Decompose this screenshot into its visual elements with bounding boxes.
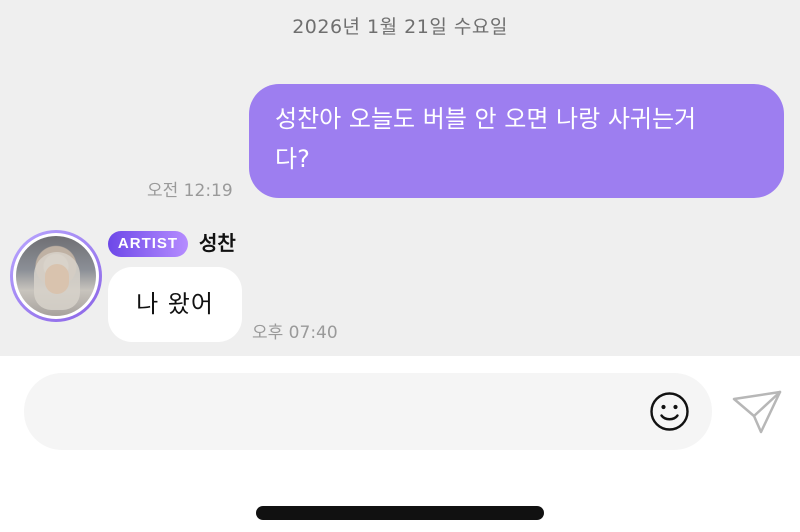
emoji-button[interactable] — [649, 391, 690, 432]
avatar-face-shape — [45, 264, 69, 294]
chat-area: 2026년 1월 21일 수요일 성찬아 오늘도 버블 안 오면 나랑 사귀는거… — [0, 0, 800, 356]
incoming-message-bubble[interactable]: 나 왔어 — [108, 267, 242, 342]
sender-name: 성찬 — [199, 231, 236, 255]
message-composer[interactable] — [24, 373, 712, 452]
smiley-icon — [650, 392, 689, 431]
outgoing-message-text: 성찬아 오늘도 버블 안 오면 나랑 사귀는거 다? — [275, 105, 697, 173]
outgoing-message-bubble[interactable]: 성찬아 오늘도 버블 안 오면 나랑 사귀는거 다? — [249, 84, 784, 198]
date-divider: 2026년 1월 21일 수요일 — [292, 16, 508, 38]
avatar[interactable] — [10, 230, 102, 322]
avatar-photo — [16, 236, 96, 316]
paper-plane-icon — [732, 390, 782, 434]
outgoing-message-time: 오전 12:19 — [147, 181, 233, 201]
incoming-message-time: 오후 07:40 — [252, 323, 338, 343]
home-indicator[interactable] — [256, 506, 544, 520]
incoming-message-text: 나 왔어 — [136, 290, 214, 318]
avatar-image-frame — [13, 233, 99, 319]
artist-badge: ARTIST — [108, 231, 188, 257]
message-input[interactable] — [58, 373, 642, 452]
send-button[interactable] — [731, 389, 783, 435]
